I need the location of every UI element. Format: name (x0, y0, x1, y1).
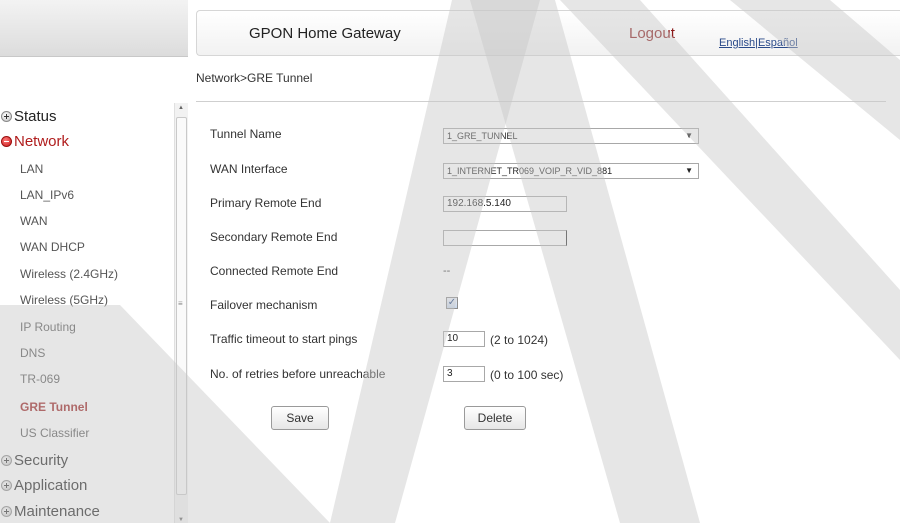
sidebar-section-maintenance[interactable]: Maintenance (0, 503, 100, 520)
wan-interface-select[interactable]: 1_INTERNET_TR069_VOIP_R_VID_881 ▼ (443, 163, 699, 179)
failover-label: Failover mechanism (210, 298, 318, 312)
breadcrumb-divider (196, 101, 886, 102)
failover-checkbox[interactable]: ✓ (446, 297, 458, 309)
expand-plus-icon (1, 480, 12, 491)
app-title: GPON Home Gateway (249, 25, 401, 42)
sidebar-item-lan-ipv6[interactable]: LAN_IPv6 (0, 182, 174, 208)
sidebar-section-network[interactable]: Network (0, 133, 69, 150)
checkmark-icon: ✓ (447, 297, 457, 308)
chevron-down-icon: ▼ (685, 166, 693, 175)
wan-interface-value: 1_INTERNET_TR069_VOIP_R_VID_881 (447, 166, 613, 176)
sidebar-scrollbar[interactable]: ▲ ≡ ▼ (174, 103, 188, 523)
scroll-up-arrow-icon[interactable]: ▲ (178, 105, 184, 111)
sidebar-item-dns[interactable]: DNS (0, 340, 174, 366)
sidebar-item-wan-dhcp[interactable]: WAN DHCP (0, 234, 174, 260)
traffic-timeout-input[interactable]: 10 (443, 331, 485, 347)
sidebar-item-wireless-24ghz[interactable]: Wireless (2.4GHz) (0, 261, 174, 287)
primary-remote-end-label: Primary Remote End (210, 196, 322, 210)
language-switcher: English|Español (719, 37, 798, 49)
tunnel-name-select[interactable]: 1_GRE_TUNNEL ▼ (443, 128, 699, 144)
scrollbar-grip-icon: ≡ (178, 299, 183, 308)
retries-input[interactable]: 3 (443, 366, 485, 382)
sidebar-section-label: Application (14, 477, 88, 494)
sidebar-item-wireless-5ghz[interactable]: Wireless (5GHz) (0, 287, 174, 313)
secondary-remote-end-input[interactable] (443, 230, 567, 246)
retries-label: No. of retries before unreachable (210, 367, 386, 381)
tunnel-name-value: 1_GRE_TUNNEL (447, 131, 518, 141)
expand-plus-icon (1, 111, 12, 122)
sidebar-section-label: Maintenance (14, 503, 100, 520)
traffic-timeout-hint: (2 to 1024) (490, 333, 549, 347)
sidebar-item-ip-routing[interactable]: IP Routing (0, 314, 174, 340)
sidebar-item-wan[interactable]: WAN (0, 208, 174, 234)
wan-interface-label: WAN Interface (210, 162, 288, 176)
sidebar-item-gre-tunnel[interactable]: GRE Tunnel (0, 394, 174, 420)
breadcrumb: Network>GRE Tunnel (196, 71, 313, 85)
secondary-remote-end-label: Secondary Remote End (210, 230, 338, 244)
sidebar-section-application[interactable]: Application (0, 477, 87, 494)
sidebar-section-label: Network (14, 133, 70, 150)
connected-remote-end-value: -- (443, 265, 451, 277)
sidebar-item-lan[interactable]: LAN (0, 156, 174, 182)
header-bar: GPON Home Gateway Logout English|Español (196, 10, 900, 56)
logout-link[interactable]: Logout (629, 25, 675, 42)
connected-remote-end-label: Connected Remote End (210, 264, 339, 278)
chevron-down-icon: ▼ (685, 131, 693, 140)
retries-hint: (0 to 100 sec) (490, 368, 564, 382)
sidebar-section-status[interactable]: Status (0, 108, 57, 125)
delete-button[interactable]: Delete (464, 406, 526, 430)
tunnel-name-label: Tunnel Name (210, 127, 282, 141)
sidebar-section-label: Status (14, 108, 57, 125)
expand-plus-icon (1, 455, 12, 466)
sidebar-section-label: Security (14, 452, 69, 469)
lang-english-link[interactable]: English (719, 37, 755, 49)
sidebar-item-tr069[interactable]: TR-069 (0, 366, 174, 392)
sidebar: Status Network LAN LAN_IPv6 WAN WAN DHCP… (0, 103, 188, 523)
sidebar-item-us-classifier[interactable]: US Classifier (0, 420, 174, 446)
collapse-minus-icon (1, 136, 12, 147)
scroll-down-arrow-icon[interactable]: ▼ (178, 517, 184, 523)
lang-spanish-link[interactable]: Español (758, 37, 798, 49)
primary-remote-end-input[interactable]: 192.168.5.140 (443, 196, 567, 212)
logo-area (0, 0, 188, 57)
sidebar-section-security[interactable]: Security (0, 452, 68, 469)
expand-plus-icon (1, 506, 12, 517)
traffic-timeout-label: Traffic timeout to start pings (210, 332, 358, 346)
save-button[interactable]: Save (271, 406, 329, 430)
